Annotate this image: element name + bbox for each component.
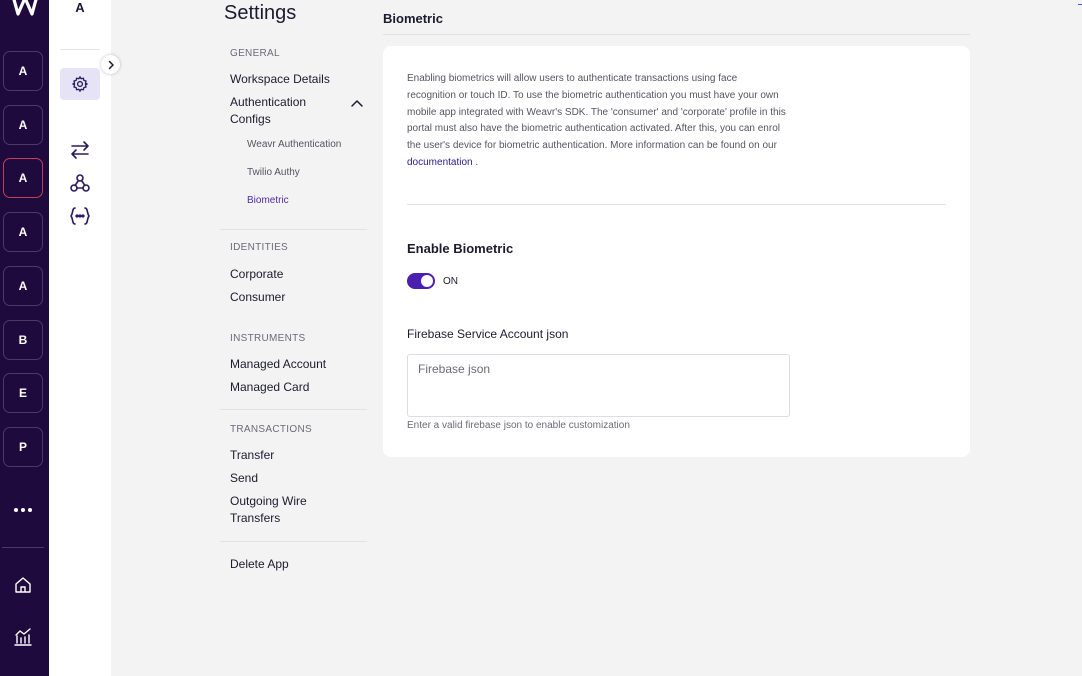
nav-section-general: GENERAL bbox=[230, 48, 280, 59]
transfer-arrows-icon[interactable] bbox=[68, 138, 92, 162]
weavr-logo[interactable] bbox=[0, 0, 49, 18]
app-switch-button-8[interactable]: P bbox=[3, 427, 43, 467]
app-switch-button-3-active[interactable]: A bbox=[3, 158, 43, 198]
nav-item-send[interactable]: Send bbox=[230, 470, 258, 487]
settings-nav-button[interactable] bbox=[60, 68, 100, 100]
nav-sub-biometric[interactable]: Biometric bbox=[247, 195, 289, 206]
nav-item-authentication-configs[interactable]: Authentication Configs bbox=[230, 94, 340, 128]
sub-rail-divider bbox=[60, 49, 100, 50]
analytics-icon[interactable] bbox=[11, 625, 35, 649]
firebase-json-label: Firebase Service Account json bbox=[407, 327, 569, 341]
nav-item-outgoing-wire-transfers[interactable]: Outgoing Wire Transfers bbox=[230, 493, 330, 527]
nav-divider bbox=[220, 541, 367, 542]
page-title: Biometric bbox=[383, 11, 443, 26]
rail-divider bbox=[2, 547, 44, 548]
biometric-card: Enabling biometrics will allow users to … bbox=[383, 46, 970, 457]
enable-biometric-heading: Enable Biometric bbox=[407, 241, 514, 256]
nav-item-workspace-details[interactable]: Workspace Details bbox=[230, 71, 330, 88]
settings-title: Settings bbox=[224, 2, 297, 24]
nav-divider bbox=[220, 229, 367, 230]
chevron-right-icon bbox=[108, 60, 114, 69]
nav-item-managed-card[interactable]: Managed Card bbox=[230, 379, 309, 396]
title-divider bbox=[383, 34, 970, 35]
firebase-json-hint: Enter a valid firebase json to enable cu… bbox=[407, 420, 630, 431]
app-rail: A A A A A B E P bbox=[0, 0, 49, 676]
nav-sub-twilio-authy[interactable]: Twilio Authy bbox=[247, 167, 300, 178]
nav-item-transfer[interactable]: Transfer bbox=[230, 447, 274, 464]
app-switch-button-4[interactable]: A bbox=[3, 212, 43, 252]
firebase-json-input[interactable] bbox=[407, 354, 790, 417]
toggle-state-label: ON bbox=[443, 276, 458, 287]
toggle-knob bbox=[421, 275, 433, 287]
scrollbar-marker bbox=[1078, 4, 1082, 5]
current-app-initial: A bbox=[75, 0, 85, 15]
documentation-link[interactable]: documentation bbox=[407, 157, 473, 168]
enable-biometric-toggle[interactable] bbox=[407, 273, 435, 289]
nav-sub-weavr-authentication[interactable]: Weavr Authentication bbox=[247, 139, 341, 150]
nav-section-identities: IDENTITIES bbox=[230, 242, 289, 253]
home-icon[interactable] bbox=[11, 573, 35, 597]
app-switch-button-2[interactable]: A bbox=[3, 105, 43, 145]
app-switch-button-7[interactable]: E bbox=[3, 373, 43, 413]
sub-rail: A bbox=[49, 0, 111, 676]
nav-item-delete-app[interactable]: Delete App bbox=[230, 556, 289, 573]
biometric-description: Enabling biometrics will allow users to … bbox=[407, 73, 786, 168]
nav-item-corporate[interactable]: Corporate bbox=[230, 266, 283, 283]
chevron-up-icon[interactable] bbox=[350, 98, 364, 108]
nav-section-instruments: INSTRUMENTS bbox=[230, 333, 306, 344]
nav-section-transactions: TRANSACTIONS bbox=[230, 424, 312, 435]
app-switch-button-6[interactable]: B bbox=[3, 320, 43, 360]
card-divider bbox=[407, 204, 946, 205]
expand-sidebar-button[interactable] bbox=[101, 55, 120, 74]
gear-icon bbox=[72, 76, 88, 92]
nav-item-consumer[interactable]: Consumer bbox=[230, 289, 285, 306]
app-switch-button-5[interactable]: A bbox=[3, 266, 43, 306]
webhook-icon[interactable] bbox=[68, 171, 92, 195]
more-icon[interactable] bbox=[0, 500, 46, 520]
app-switch-button-1[interactable]: A bbox=[3, 51, 43, 91]
nav-item-managed-account[interactable]: Managed Account bbox=[230, 356, 326, 373]
api-braces-icon[interactable] bbox=[68, 204, 92, 228]
nav-divider bbox=[220, 409, 367, 410]
weavr-logo-icon bbox=[11, 0, 38, 16]
